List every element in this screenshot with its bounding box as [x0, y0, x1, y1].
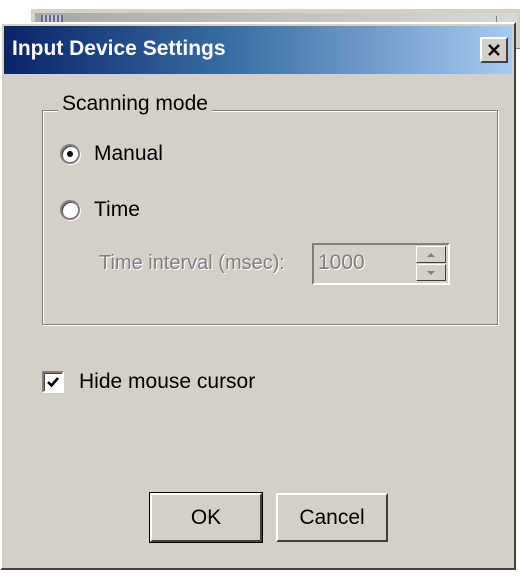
dialog-titlebar[interactable]: Input Device Settings: [4, 26, 512, 74]
close-button[interactable]: [480, 37, 508, 63]
checkmark-icon: [47, 377, 59, 388]
radio-manual[interactable]: Manual: [60, 142, 163, 166]
dialog-title: Input Device Settings: [12, 37, 226, 60]
spin-up-button[interactable]: [416, 246, 446, 263]
hide-mouse-cursor-option[interactable]: Hide mouse cursor: [42, 370, 255, 394]
hide-mouse-cursor-label: Hide mouse cursor: [79, 370, 256, 393]
hide-mouse-cursor-checkbox[interactable]: [42, 371, 64, 393]
radio-time[interactable]: Time: [60, 198, 140, 222]
spin-down-button[interactable]: [416, 264, 446, 281]
radio-label-manual: Manual: [94, 142, 163, 165]
radio-label-time: Time: [94, 198, 140, 221]
close-icon: [488, 44, 500, 56]
time-interval-value: 1000: [318, 251, 365, 274]
radio-selected-dot: [67, 151, 73, 157]
time-interval-spinbox[interactable]: 1000: [312, 243, 450, 285]
cancel-button[interactable]: Cancel: [276, 493, 388, 542]
radio-button-manual[interactable]: [60, 144, 80, 164]
ok-button[interactable]: OK: [149, 492, 263, 543]
time-interval-label: Time interval (msec):: [99, 252, 285, 274]
scanning-mode-legend: Scanning mode: [58, 92, 212, 116]
arrow-down-icon: [427, 270, 435, 275]
radio-button-time[interactable]: [60, 200, 80, 220]
arrow-up-icon: [427, 252, 435, 257]
